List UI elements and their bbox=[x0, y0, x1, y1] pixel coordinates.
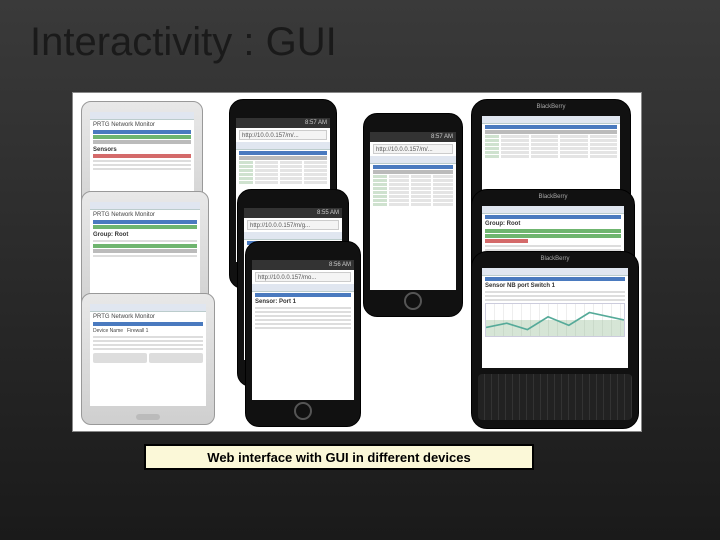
status-time: 8:57 AM bbox=[370, 132, 456, 142]
device-winmobile-3: PRTG Network Monitor Device Name Firewal… bbox=[81, 293, 215, 425]
group-root-label: Group: Root bbox=[93, 232, 197, 238]
bb-brand: BlackBerry bbox=[472, 256, 638, 262]
status-time: 8:56 AM bbox=[252, 260, 354, 270]
group-root-label: Group: Root bbox=[485, 221, 621, 227]
device-collage: PRTG Network Monitor Sensors PRTG Networ… bbox=[72, 92, 642, 432]
url-bar: http://10.0.0.157/m/... bbox=[239, 130, 327, 140]
device-name-key: Device Name bbox=[93, 328, 123, 334]
status-time: 8:57 AM bbox=[236, 118, 330, 128]
status-time: 8:55 AM bbox=[244, 208, 342, 218]
url-bar: http://10.0.0.157/m/g... bbox=[247, 220, 339, 230]
bb-brand: BlackBerry bbox=[472, 104, 630, 110]
caption: Web interface with GUI in different devi… bbox=[144, 444, 534, 470]
device-iphone-tall: 8:57 AM http://10.0.0.157/m/... bbox=[363, 113, 463, 317]
sensor-nb-port-label: Sensor NB port Switch 1 bbox=[485, 283, 625, 289]
slide-title: Interactivity : GUI bbox=[30, 20, 337, 65]
device-iphone-3: 8:56 AM http://10.0.0.157/mo... Sensor: … bbox=[245, 241, 361, 427]
prtg-label: PRTG Network Monitor bbox=[93, 314, 203, 320]
caption-text: Web interface with GUI in different devi… bbox=[207, 450, 470, 465]
url-bar: http://10.0.0.157/m/... bbox=[373, 144, 453, 154]
prtg-label: PRTG Network Monitor bbox=[93, 212, 197, 218]
url-bar: http://10.0.0.157/mo... bbox=[255, 272, 351, 282]
prtg-label: PRTG Network Monitor bbox=[93, 122, 191, 128]
sensors-label: Sensors bbox=[93, 147, 191, 153]
sensor-port-label: Sensor: Port 1 bbox=[255, 299, 351, 305]
device-name-val: Firewall 1 bbox=[127, 328, 148, 334]
device-blackberry-3: BlackBerry Sensor NB port Switch 1 bbox=[471, 251, 639, 429]
keyboard bbox=[478, 374, 632, 420]
bb-brand: BlackBerry bbox=[472, 194, 634, 200]
